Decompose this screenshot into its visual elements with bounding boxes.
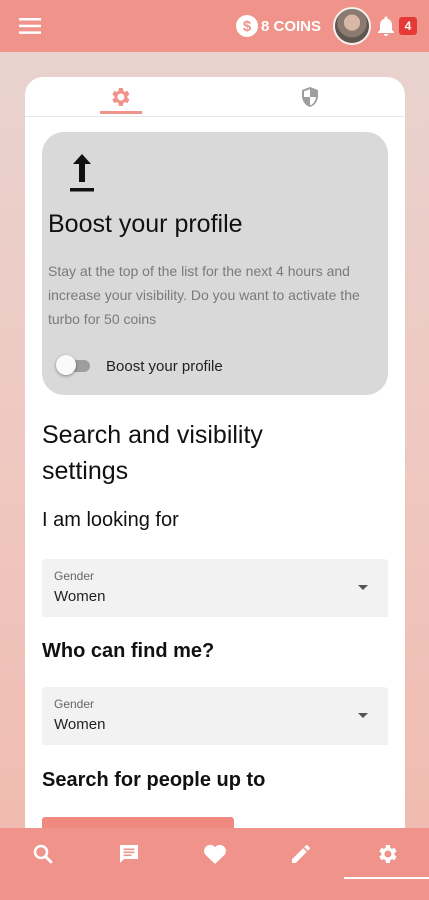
avatar[interactable]	[333, 7, 371, 45]
section-title: Search and visibility settings	[42, 421, 263, 485]
nav-search[interactable]	[0, 828, 86, 880]
shield-icon	[302, 87, 318, 107]
select-value: Women	[54, 588, 106, 605]
search-up-to-heading: Search for people up to	[42, 769, 266, 791]
notification-badge: 4	[399, 17, 417, 35]
boost-toggle[interactable]	[56, 355, 94, 375]
menu-icon[interactable]	[18, 14, 42, 38]
settings-card: Boost your profile Stay at the top of th…	[25, 77, 405, 837]
chat-icon	[120, 845, 138, 863]
dropdown-arrow-icon	[358, 585, 368, 590]
boost-profile-card: Boost your profile Stay at the top of th…	[42, 132, 388, 395]
nav-edit[interactable]	[258, 828, 344, 880]
coins-balance[interactable]: $ 8 COINS	[236, 14, 321, 38]
top-app-bar: $ 8 COINS 4	[0, 0, 429, 52]
active-tab-indicator	[100, 111, 142, 114]
gear-icon	[379, 845, 397, 863]
heart-icon	[204, 844, 226, 864]
dropdown-arrow-icon	[358, 713, 368, 718]
settings-tabs	[25, 77, 405, 117]
looking-for-heading: I am looking for	[42, 509, 179, 531]
nav-messages[interactable]	[86, 828, 172, 880]
who-can-find-heading: Who can find me?	[42, 640, 215, 662]
coins-label: 8 COINS	[261, 17, 322, 35]
active-nav-indicator	[344, 877, 429, 879]
who-can-find-gender-select[interactable]: Gender Women	[42, 687, 388, 745]
looking-for-gender-select[interactable]: Gender Women	[42, 559, 388, 617]
search-icon	[33, 844, 53, 864]
select-label: Gender	[54, 697, 95, 711]
coin-icon: $	[236, 15, 258, 37]
select-label: Gender	[54, 569, 95, 583]
tab-privacy-settings[interactable]	[280, 77, 340, 117]
nav-settings[interactable]	[344, 828, 429, 880]
boost-title: Boost your profile	[48, 210, 243, 238]
gear-icon	[112, 88, 130, 106]
nav-favorites[interactable]	[172, 828, 258, 880]
select-value: Women	[54, 716, 106, 733]
pencil-icon	[292, 845, 310, 863]
boost-description: Stay at the top of the list for the next…	[48, 263, 360, 327]
boost-toggle-label: Boost your profile	[106, 358, 223, 375]
bell-icon[interactable]	[374, 14, 398, 38]
bottom-navigation	[0, 828, 429, 900]
toggle-knob	[56, 355, 76, 375]
upload-arrow-icon	[67, 152, 97, 194]
